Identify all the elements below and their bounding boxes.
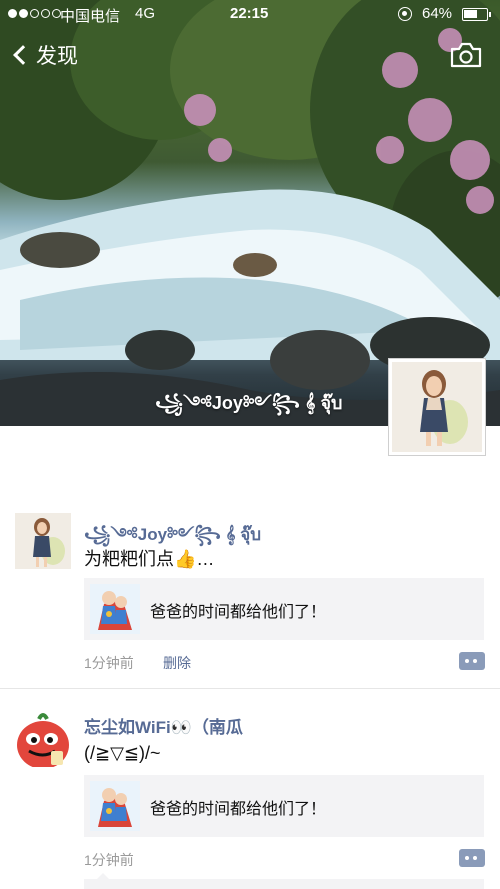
cartoon-girl-avatar <box>15 513 71 569</box>
signal-strength-icon <box>8 9 61 18</box>
cartoon-girl-avatar <box>392 362 482 452</box>
post-author-name[interactable]: 忘尘如WiFi👀（南瓜 <box>84 713 243 738</box>
superhero-dad-thumbnail <box>90 584 140 634</box>
post-time: 1分钟前 <box>84 655 134 671</box>
camera-button[interactable] <box>450 42 482 68</box>
link-thumbnail <box>90 781 140 831</box>
status-bar: 中国电信 4G 22:15 64% <box>0 0 500 28</box>
post-divider <box>0 688 500 689</box>
shared-link-card[interactable]: 爸爸的时间都给他们了！ <box>84 578 484 640</box>
link-title: 爸爸的时间都给他们了！ <box>150 801 327 818</box>
post-text: 为粑粑们点👍… <box>84 549 215 569</box>
orientation-lock-icon <box>398 7 412 21</box>
carrier-name: 中国电信 <box>60 8 121 25</box>
network-type: 4G <box>135 5 156 22</box>
camera-icon <box>450 42 482 68</box>
profile-avatar[interactable] <box>388 358 486 456</box>
profile-name[interactable]: ꧁༺Joy༻꧂ 𝄞 จุ๊บ <box>155 384 342 426</box>
superhero-dad-thumbnail <box>90 781 140 831</box>
battery-percent: 64% <box>422 5 453 22</box>
comment-button[interactable] <box>459 849 485 867</box>
post-text: (/≧▽≦)/~ <box>84 743 161 763</box>
delete-button[interactable]: 删除 <box>163 653 191 673</box>
chevron-left-icon <box>13 45 33 65</box>
comments-area <box>84 879 484 889</box>
link-thumbnail <box>90 584 140 634</box>
post-author-avatar[interactable] <box>15 711 71 767</box>
battery-icon <box>462 8 491 21</box>
status-time: 22:15 <box>230 5 269 22</box>
back-label: 发现 <box>36 45 78 68</box>
back-button[interactable]: 发现 <box>8 38 78 72</box>
shared-link-card[interactable]: 爸爸的时间都给他们了！ <box>84 775 484 837</box>
post-time: 1分钟前 <box>84 852 134 868</box>
red-cartoon-avatar <box>15 711 71 767</box>
post-author-avatar[interactable] <box>15 513 71 569</box>
link-title: 爸爸的时间都给他们了！ <box>150 604 327 621</box>
comment-button[interactable] <box>459 652 485 670</box>
